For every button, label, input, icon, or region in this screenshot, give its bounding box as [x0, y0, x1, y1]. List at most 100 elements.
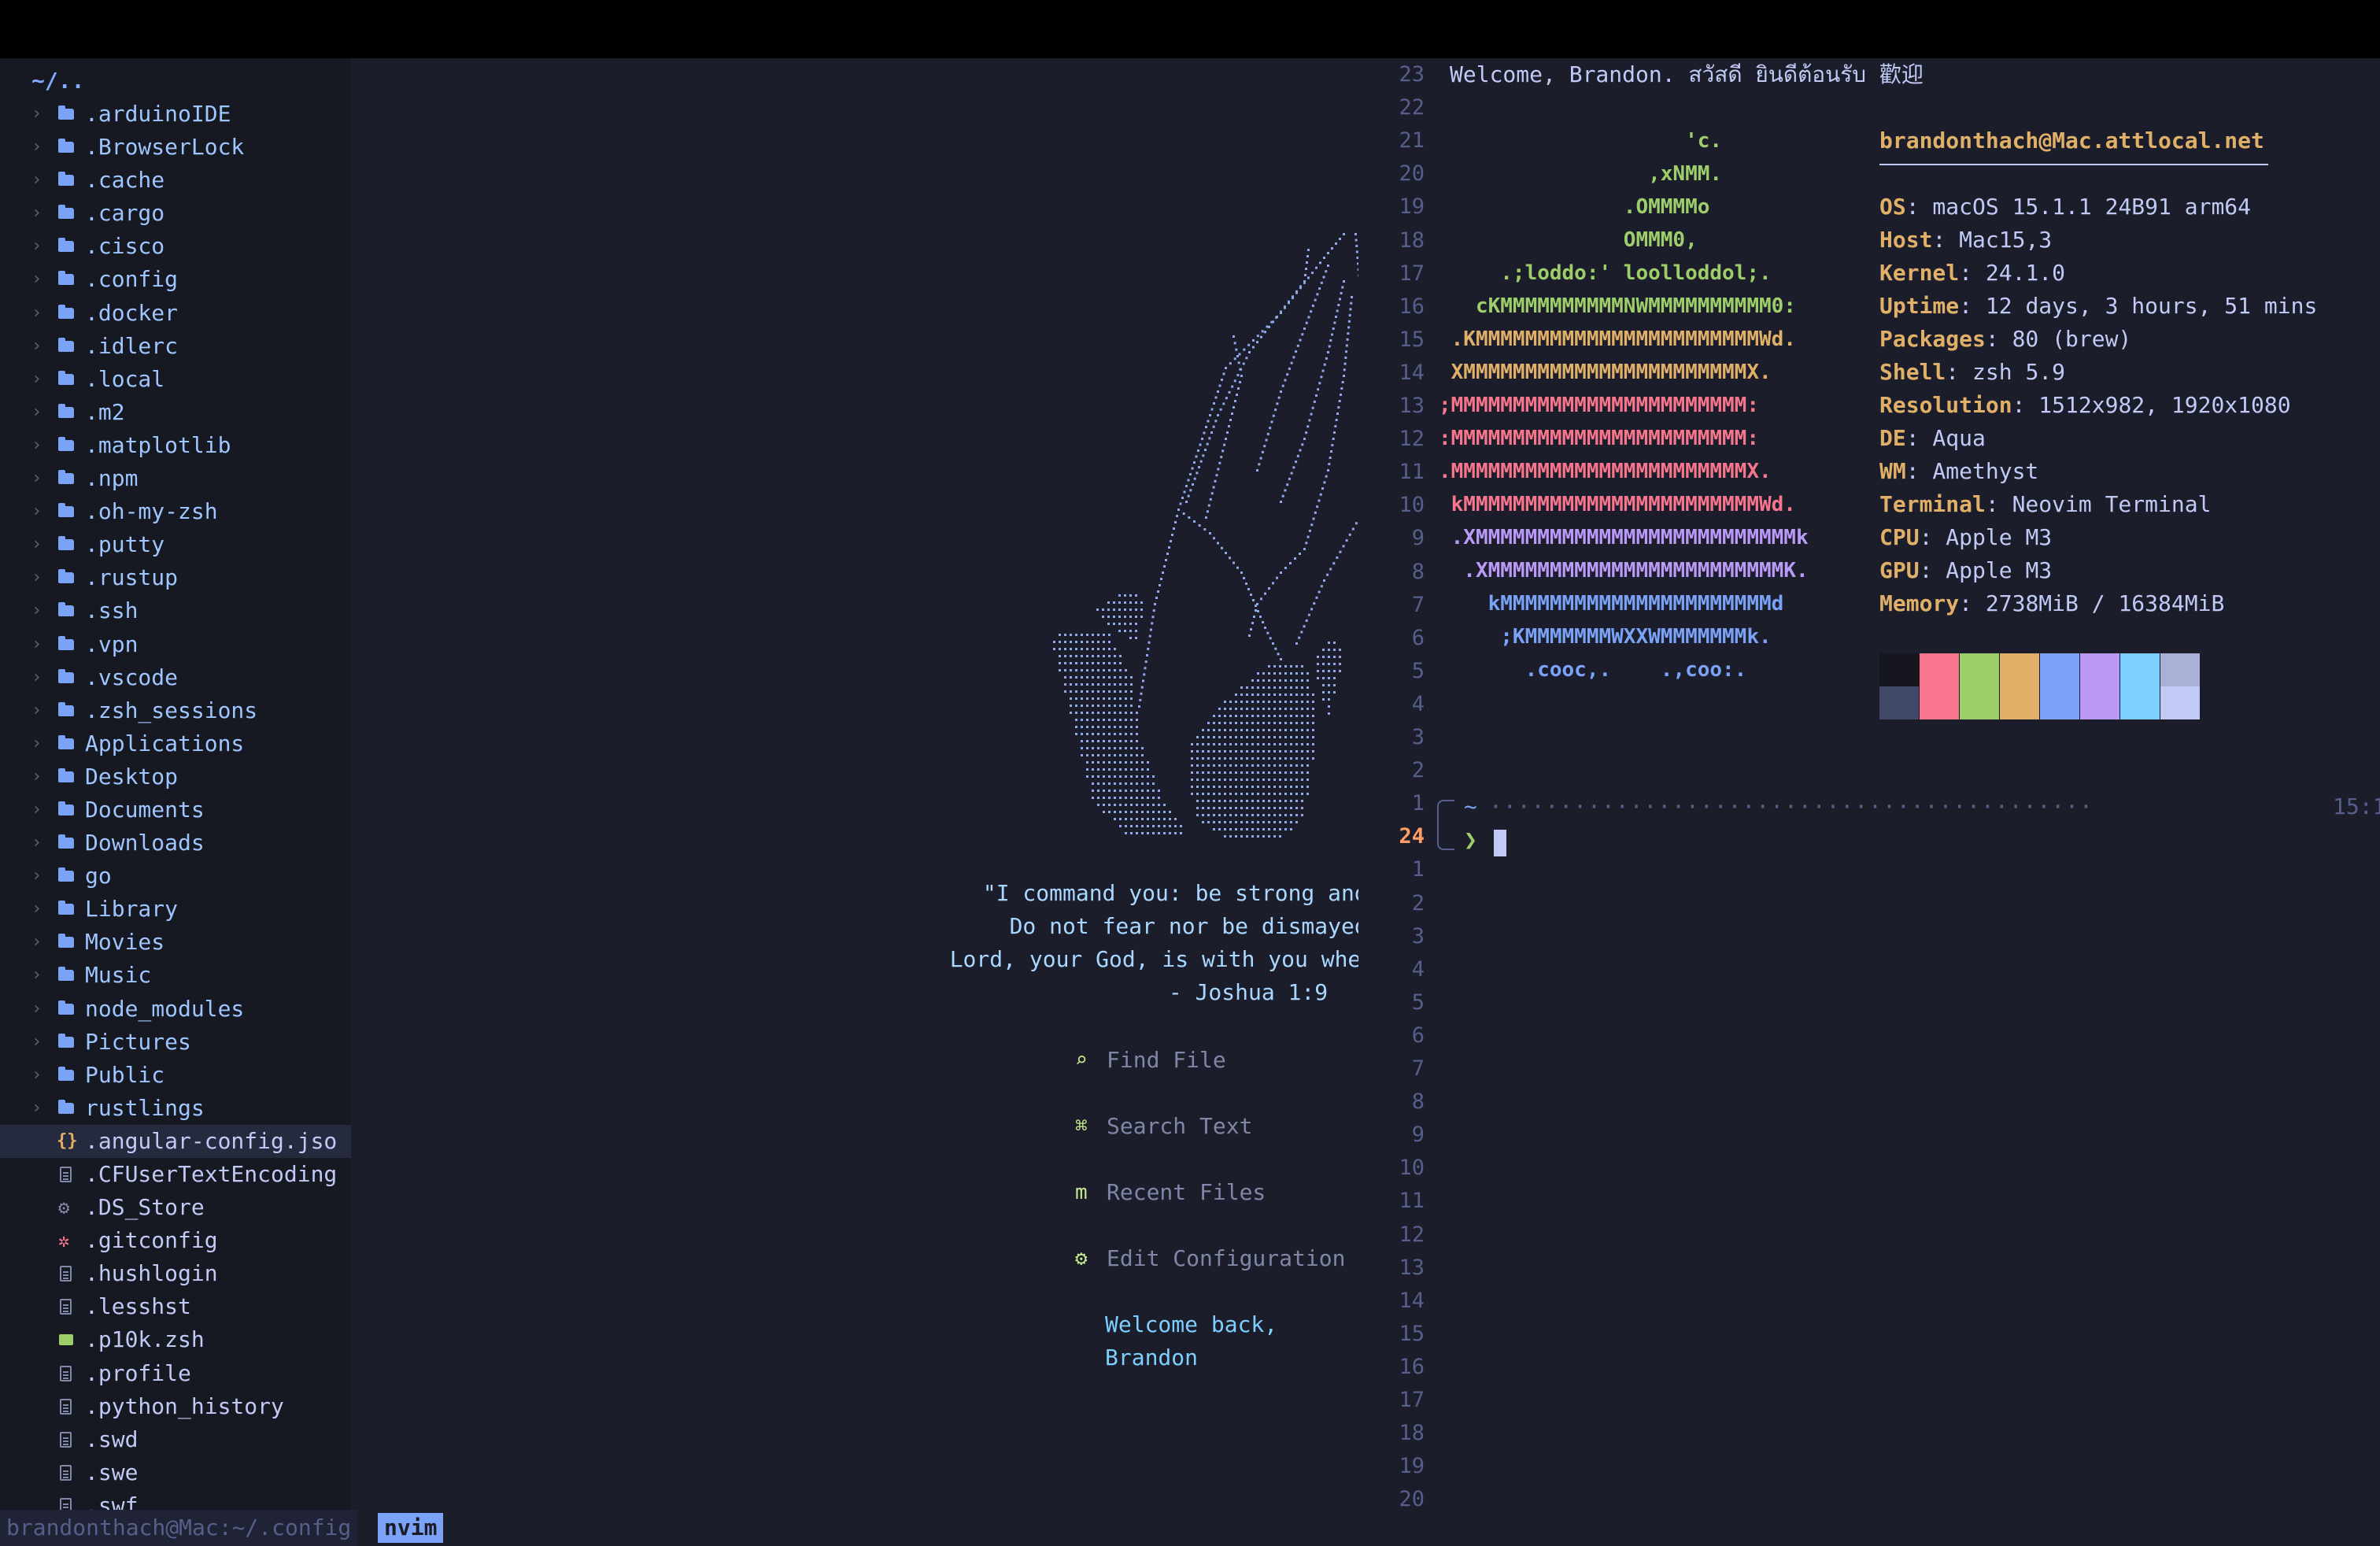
file-item[interactable]: .profile: [0, 1357, 351, 1390]
palette-swatch: [2040, 686, 2079, 719]
line-number: 4: [1411, 691, 1425, 716]
chevron-right-icon: ›: [31, 833, 42, 853]
folder-name: .local: [85, 365, 165, 392]
folder-item[interactable]: › Library: [0, 893, 351, 926]
folder-item[interactable]: › .ssh: [0, 594, 351, 627]
palette-swatch: [1960, 686, 1999, 719]
folder-item[interactable]: › node_modules: [0, 993, 351, 1026]
user-host-line: brandonthach@Mac.attlocal.net: [1879, 124, 2317, 165]
folder-item[interactable]: › .m2: [0, 396, 351, 429]
info-key: GPU: [1879, 557, 1920, 583]
folder-item[interactable]: › Music: [0, 959, 351, 992]
file-item[interactable]: .swd: [0, 1423, 351, 1456]
folder-icon: [57, 429, 76, 462]
info-value: : Aqua: [1905, 425, 1986, 451]
folder-icon: [57, 661, 76, 694]
recent-files-icon: m: [1075, 1181, 1088, 1204]
folder-name: .config: [85, 266, 179, 293]
folder-item[interactable]: › .docker: [0, 297, 351, 330]
file-item[interactable]: {} .angular-config.jso: [0, 1124, 351, 1158]
file-item[interactable]: ⚙ .DS_Store: [0, 1191, 351, 1224]
chevron-right-icon: ›: [31, 534, 42, 555]
info-key: DE: [1879, 425, 1906, 451]
folder-item[interactable]: › Public: [0, 1059, 351, 1092]
folder-name: .zsh_sessions: [85, 697, 258, 723]
folder-item[interactable]: › .local: [0, 363, 351, 396]
palette-swatch: [1960, 653, 1999, 686]
info-value: : macOS 15.1.1 24B91 arm64: [1905, 194, 2252, 220]
file-name: .profile: [85, 1359, 191, 1386]
folder-icon: [57, 495, 76, 528]
folder-item[interactable]: › rustlings: [0, 1092, 351, 1125]
palette-swatch: [2160, 653, 2200, 686]
folder-item[interactable]: › .BrowserLock: [0, 131, 351, 164]
folder-item[interactable]: › Downloads: [0, 827, 351, 860]
file-item[interactable]: .swf: [0, 1489, 351, 1510]
file-item[interactable]: .python_history: [0, 1390, 351, 1423]
file-item[interactable]: .lesshst: [0, 1290, 351, 1323]
menu-label: Recent Files: [1107, 1179, 1266, 1205]
folder-name: .npm: [85, 465, 139, 492]
folder-item[interactable]: › .config: [0, 263, 351, 296]
folder-item[interactable]: › .zsh_sessions: [0, 694, 351, 727]
folder-item[interactable]: › .cache: [0, 164, 351, 197]
logo-line: .MMMMMMMMMMMMMMMMMMMMMMMMX.: [1439, 460, 1772, 483]
info-line: Memory: 2738MiB / 16384MiB: [1879, 587, 2317, 620]
file-tree-list: › .arduinoIDE › .BrowserLock › .cache › .cargo ›…: [0, 98, 351, 1510]
folder-item[interactable]: › .oh-my-zsh: [0, 495, 351, 528]
folder-name: node_modules: [85, 995, 245, 1022]
folder-item[interactable]: › .matplotlib: [0, 429, 351, 462]
folder-item[interactable]: › Pictures: [0, 1026, 351, 1059]
file-name: .angular-config.jso: [85, 1127, 338, 1154]
prompt-fill: ········································…: [1489, 793, 2095, 819]
file-item[interactable]: .p10k.zsh: [0, 1323, 351, 1356]
line-number: 9: [1411, 526, 1425, 551]
tree-root-label[interactable]: ~/..: [31, 65, 84, 98]
info-value: : Neovim Terminal: [1985, 491, 2212, 517]
folder-name: .cisco: [85, 233, 165, 260]
folder-item[interactable]: › .rustup: [0, 561, 351, 594]
folder-item[interactable]: › .idlerc: [0, 330, 351, 363]
folder-item[interactable]: › .npm: [0, 462, 351, 495]
line-number: 3: [1411, 725, 1425, 749]
palette-swatch: [1920, 653, 1959, 686]
chevron-right-icon: ›: [31, 932, 42, 952]
line-number: 13: [1399, 1255, 1425, 1280]
folder-name: Library: [85, 896, 179, 923]
info-key: OS: [1879, 194, 1906, 220]
folder-item[interactable]: › .cargo: [0, 197, 351, 230]
search-text-icon: ⌘: [1075, 1115, 1088, 1138]
terminal-panel[interactable]: 23 22 21 20 19 18 17 16 15 14 13 12 11 10 9 8 7 6 5 4 3 2 1 24 1…: [1358, 58, 2380, 1510]
folder-item[interactable]: › Movies: [0, 926, 351, 959]
file-item[interactable]: .hushlogin: [0, 1257, 351, 1290]
folder-name: .rustup: [85, 564, 179, 591]
folder-item[interactable]: › go: [0, 860, 351, 893]
chevron-right-icon: ›: [31, 733, 42, 753]
folder-item[interactable]: › Applications: [0, 727, 351, 760]
folder-item[interactable]: › .vscode: [0, 661, 351, 694]
folder-name: .matplotlib: [85, 431, 231, 458]
info-value: : 1512x982, 1920x1080: [2012, 392, 2291, 418]
line-number: 2: [1411, 890, 1425, 915]
status-mode: nvim: [378, 1513, 444, 1543]
file-name: .swe: [85, 1459, 139, 1485]
folder-icon: [57, 396, 76, 429]
folder-item[interactable]: › Documents: [0, 793, 351, 827]
folder-item[interactable]: › .vpn: [0, 628, 351, 661]
file-item[interactable]: ✲ .gitconfig: [0, 1224, 351, 1257]
folder-item[interactable]: › .arduinoIDE: [0, 98, 351, 131]
folder-item[interactable]: › .cisco: [0, 230, 351, 263]
folder-item[interactable]: › Desktop: [0, 760, 351, 793]
info-value: : 12 days, 3 hours, 51 mins: [1959, 293, 2318, 319]
logo-line: ;KMMMMMMMWXXWMMMMMMMk.: [1439, 625, 1772, 649]
document-icon: [57, 1423, 76, 1456]
document-icon: [57, 1357, 76, 1390]
folder-name: .vscode: [85, 664, 179, 690]
info-value: : zsh 5.9: [1946, 359, 2066, 385]
line-number: 23: [1399, 62, 1425, 87]
file-name: .gitconfig: [85, 1227, 218, 1254]
chevron-right-icon: ›: [31, 137, 42, 157]
file-item[interactable]: .swe: [0, 1456, 351, 1489]
folder-item[interactable]: › .putty: [0, 528, 351, 561]
file-item[interactable]: .CFUserTextEncoding: [0, 1158, 351, 1191]
